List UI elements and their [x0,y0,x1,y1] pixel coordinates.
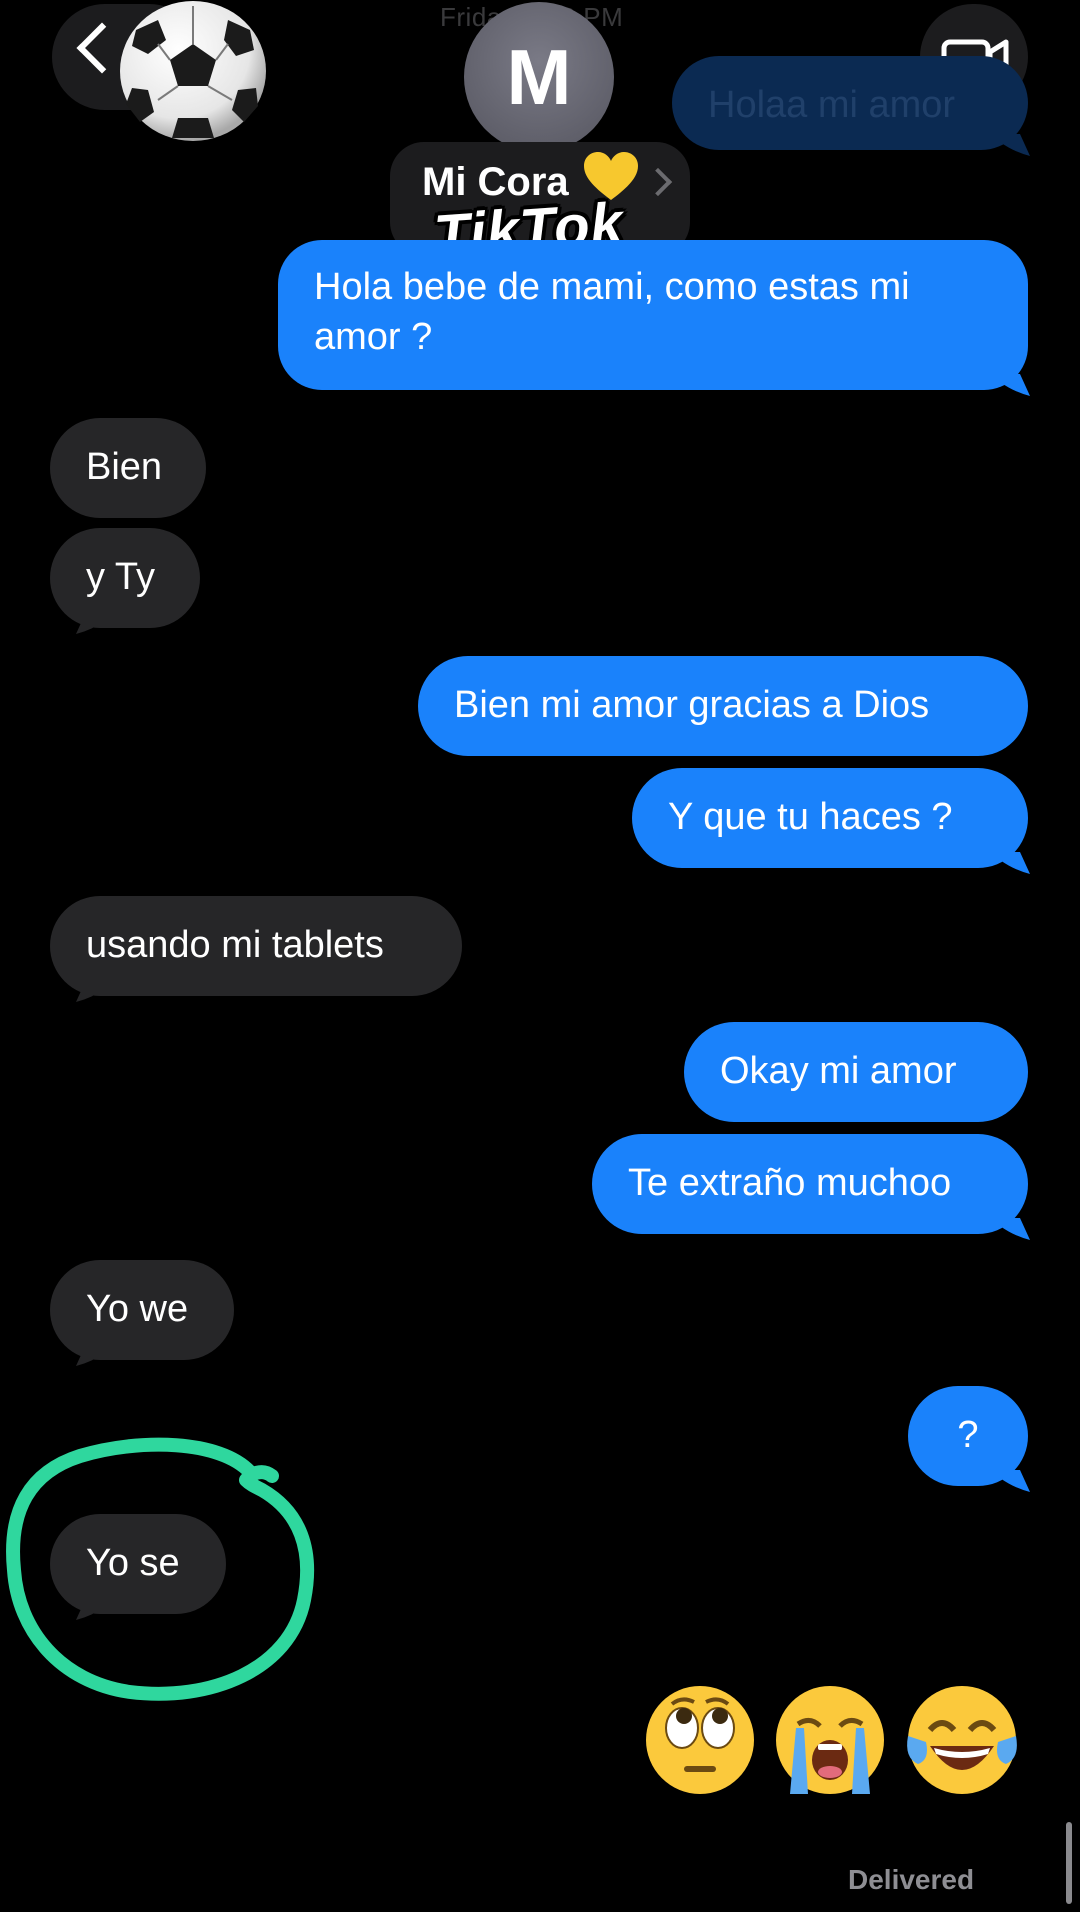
message-bubble-outgoing[interactable]: Te extraño muchoo [592,1134,1028,1234]
message-bubble-outgoing[interactable]: Bien mi amor gracias a Dios [418,656,1028,756]
message-bubble-outgoing[interactable]: Okay mi amor [684,1022,1028,1122]
delivered-status: Delivered [848,1864,975,1895]
scrollbar[interactable] [1066,1822,1072,1904]
bubble-tail [1000,134,1030,156]
message-bubble-outgoing[interactable]: Y que tu haces ? [632,768,1028,868]
bubble-tail [1000,852,1030,874]
bubble-tail [76,612,106,634]
bubble-tail [1000,374,1030,396]
highlight-circle-annotation [6,1437,314,1701]
bubble-tail [1000,1470,1030,1492]
message-bubble-outgoing[interactable]: Holaa mi amor [672,56,1028,150]
message-bubble-incoming[interactable]: usando mi tablets [50,896,462,996]
bubble-tail [1000,1218,1030,1240]
eye-roll-emoji-icon [646,1686,754,1794]
contact-avatar[interactable]: M [464,2,614,152]
message-bubble-incoming[interactable]: Bien [50,418,206,518]
loudly-crying-emoji-icon [776,1686,884,1794]
soccer-ball-icon [120,1,266,141]
message-bubble-outgoing[interactable]: Hola bebe de mami, como estas mi amor ? [278,240,1028,390]
tears-of-joy-emoji-icon [907,1686,1017,1794]
bubble-tail [76,1344,106,1366]
bubble-tail [76,980,106,1002]
